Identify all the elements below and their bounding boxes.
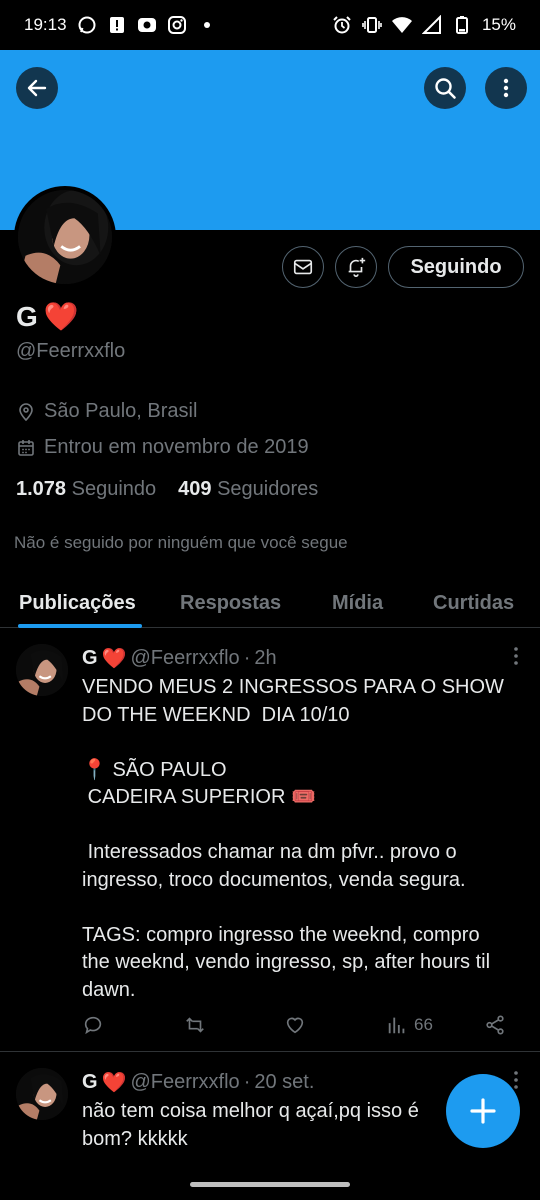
wifi-icon — [391, 15, 412, 35]
signal-icon — [421, 15, 442, 35]
post-actions: 66 — [82, 1014, 512, 1038]
post-heart-emoji: ❤️ — [101, 648, 127, 670]
post-separator: · — [243, 647, 251, 669]
profile-handle: @Feerrxxflo — [16, 340, 126, 362]
system-navigation-bar — [0, 1168, 540, 1200]
arrow-left-icon — [27, 79, 47, 97]
views-button[interactable]: 66 — [386, 1014, 433, 1036]
profile-stats: 1.078 Seguindo 409 Seguidores — [16, 478, 318, 501]
post[interactable]: G ❤️ @Feerrxxflo · 2h VENDO MEUS 2 INGRE… — [0, 630, 540, 1052]
post-handle: @Feerrxxflo — [130, 647, 240, 669]
alarm-icon — [332, 15, 352, 35]
compose-post-button[interactable] — [446, 1074, 520, 1148]
notifications-button[interactable] — [335, 246, 377, 288]
followers-count: 409 — [178, 478, 212, 500]
mail-icon — [293, 259, 313, 275]
views-chart-icon — [388, 1017, 405, 1034]
active-tab-indicator — [18, 624, 142, 628]
battery-icon — [452, 15, 472, 35]
share-icon — [486, 1015, 504, 1035]
message-button[interactable] — [282, 246, 324, 288]
post-header: G ❤️ @Feerrxxflo · 2h — [82, 646, 277, 671]
following-stat[interactable]: 1.078 Seguindo — [16, 478, 156, 501]
post-line: dawn. — [82, 978, 136, 1001]
youtube-icon — [137, 15, 157, 35]
followers-label: Seguidores — [217, 478, 319, 500]
not-followed-note: Não é seguido por ninguém que você segue — [14, 533, 348, 552]
vibrate-icon — [362, 15, 382, 35]
display-name: G ❤️ — [16, 300, 79, 333]
post-avatar[interactable] — [16, 1068, 68, 1120]
post-line: 📍 SÃO PAULO — [82, 758, 227, 781]
dot-icon — [197, 15, 217, 35]
joined-line: Entrou em novembro de 2019 — [16, 436, 309, 459]
profile-tabs: Publicações Respostas Mídia Curtidas — [0, 578, 540, 628]
post-header: G ❤️ @Feerrxxflo · 20 set. — [82, 1070, 314, 1095]
post-body: VENDO MEUS 2 INGRESSOS PARA O SHOW DO TH… — [82, 674, 522, 1004]
tab-curtidas[interactable]: Curtidas — [433, 578, 514, 628]
joined-text: Entrou em novembro de 2019 — [44, 436, 309, 458]
repost-button[interactable] — [184, 1014, 206, 1036]
location-line: São Paulo, Brasil — [16, 400, 197, 423]
following-count: 1.078 — [16, 478, 67, 500]
post-line: Interessados chamar na dm pfvr.. provo o — [82, 841, 457, 863]
followers-stat[interactable]: 409 Seguidores — [178, 478, 318, 501]
more-vertical-icon[interactable] — [512, 1070, 520, 1090]
post-author-name: G — [82, 1071, 98, 1093]
instagram-icon — [167, 15, 187, 35]
post-author-name: G — [82, 647, 98, 669]
post-line: VENDO MEUS 2 INGRESSOS PARA O SHOW — [82, 676, 504, 698]
following-button[interactable]: Seguindo — [388, 246, 524, 288]
home-indicator[interactable] — [190, 1182, 350, 1187]
whatsapp-icon — [77, 15, 97, 35]
heart-emoji: ❤️ — [43, 301, 79, 332]
share-button[interactable] — [484, 1014, 506, 1036]
more-vertical-icon[interactable] — [512, 646, 520, 666]
location-pin-icon — [19, 402, 33, 421]
alert-icon — [107, 15, 127, 35]
post-line: CADEIRA SUPERIOR 🎟️ — [82, 786, 316, 808]
post-avatar[interactable] — [16, 644, 68, 696]
status-time: 19:13 — [24, 15, 67, 34]
post-handle: @Feerrxxflo — [130, 1071, 240, 1093]
profile-name: G — [16, 300, 38, 332]
profile-avatar[interactable] — [14, 186, 116, 288]
tab-midia[interactable]: Mídia — [332, 578, 383, 628]
post-line: ingresso, troco documentos, venda segura… — [82, 868, 466, 891]
post-line: DO THE WEEKND DIA 10/10 — [82, 703, 350, 726]
calendar-icon — [18, 439, 34, 456]
post-heart-emoji: ❤️ — [101, 1072, 127, 1094]
tab-publicacoes[interactable]: Publicações — [19, 578, 136, 628]
post-line: the weeknd, vendo ingresso, sp, after ho… — [82, 951, 491, 973]
battery-percentage: 15% — [481, 15, 516, 34]
location-text: São Paulo, Brasil — [44, 400, 198, 422]
search-button[interactable] — [424, 67, 466, 109]
views-count: 66 — [414, 1015, 433, 1034]
more-options-button[interactable] — [485, 67, 527, 109]
repost-icon — [186, 1017, 204, 1033]
status-bar: 19:13 15% — [0, 0, 540, 50]
back-button[interactable] — [16, 67, 58, 109]
heart-outline-icon — [286, 1017, 304, 1034]
plus-icon — [470, 1098, 496, 1124]
search-icon — [435, 78, 456, 99]
bell-plus-icon — [348, 257, 366, 277]
like-button[interactable] — [284, 1014, 306, 1036]
tab-respostas[interactable]: Respostas — [180, 578, 281, 628]
post-time: 20 set. — [254, 1071, 315, 1093]
more-vertical-icon — [503, 78, 509, 98]
post-separator: · — [243, 1071, 251, 1093]
post-time: 2h — [254, 647, 277, 669]
reply-icon — [84, 1016, 102, 1035]
post-line: TAGS: compro ingresso the weeknd, compro — [82, 923, 480, 946]
reply-button[interactable] — [82, 1014, 104, 1036]
following-label: Seguindo — [71, 478, 157, 500]
